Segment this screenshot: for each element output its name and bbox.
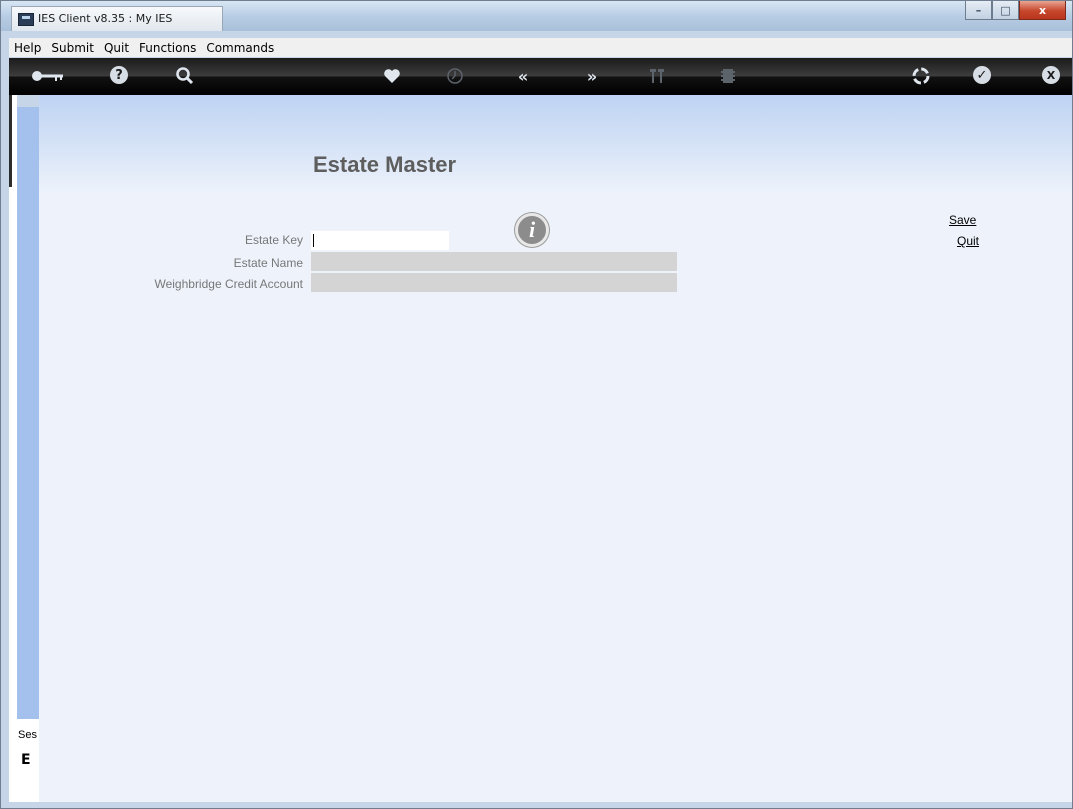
search-icon[interactable] <box>174 66 196 86</box>
chip-icon[interactable] <box>717 66 739 86</box>
weighbridge-credit-account-label: Weighbridge Credit Account <box>154 277 303 291</box>
sidebar <box>17 107 39 719</box>
app-window: IES Client v8.35 : My IES – □ x Help Sub… <box>0 0 1073 809</box>
info-icon[interactable]: i <box>515 213 549 247</box>
help-icon[interactable]: ? <box>110 66 128 84</box>
page-title: Estate Master <box>313 152 457 177</box>
text-caret <box>313 234 314 247</box>
title-tab: IES Client v8.35 : My IES <box>11 6 223 31</box>
form-panel: Estate Master Estate Key Estate Name Wei… <box>39 95 1072 802</box>
estate-key-input[interactable] <box>311 231 449 250</box>
menu-commands[interactable]: Commands <box>201 41 279 55</box>
check-icon[interactable]: ✓ <box>973 66 991 84</box>
menu-bar: Help Submit Quit Functions Commands <box>9 38 1072 57</box>
maximize-button[interactable]: □ <box>992 1 1019 20</box>
save-link[interactable]: Save <box>949 213 976 227</box>
clock-icon[interactable] <box>444 66 466 86</box>
session-glyph[interactable]: E <box>21 752 31 768</box>
quit-link[interactable]: Quit <box>957 234 979 248</box>
menu-functions[interactable]: Functions <box>134 41 201 55</box>
key-icon[interactable] <box>31 66 67 86</box>
title-bar[interactable]: IES Client v8.35 : My IES – □ x <box>1 1 1072 31</box>
minimize-button[interactable]: – <box>965 1 992 20</box>
estate-name-field <box>311 252 677 271</box>
close-icon[interactable]: X <box>1042 66 1060 84</box>
session-label: Ses <box>18 729 37 741</box>
left-rail <box>9 95 17 802</box>
estate-name-label: Estate Name <box>233 256 303 270</box>
tools-icon[interactable] <box>647 66 669 86</box>
estate-key-label: Estate Key <box>244 233 303 247</box>
recycle-icon[interactable] <box>910 66 932 86</box>
toolbar: ? « » ✓ X <box>9 58 1072 95</box>
window-title: IES Client v8.35 : My IES <box>38 12 173 25</box>
rewind-icon[interactable]: « <box>512 66 534 86</box>
forward-icon[interactable]: » <box>581 66 603 86</box>
heart-icon[interactable] <box>381 66 403 86</box>
left-rail-marker <box>9 95 12 187</box>
window-controls: – □ x <box>965 1 1066 21</box>
app-icon[interactable] <box>18 13 34 26</box>
close-window-button[interactable]: x <box>1019 1 1066 20</box>
menu-quit[interactable]: Quit <box>99 41 134 55</box>
status-bar <box>9 802 1072 808</box>
weighbridge-credit-account-field <box>311 273 677 292</box>
menu-help[interactable]: Help <box>9 41 46 55</box>
session-panel: Ses E <box>17 719 39 802</box>
header-band <box>39 95 1072 195</box>
menu-submit[interactable]: Submit <box>46 41 99 55</box>
